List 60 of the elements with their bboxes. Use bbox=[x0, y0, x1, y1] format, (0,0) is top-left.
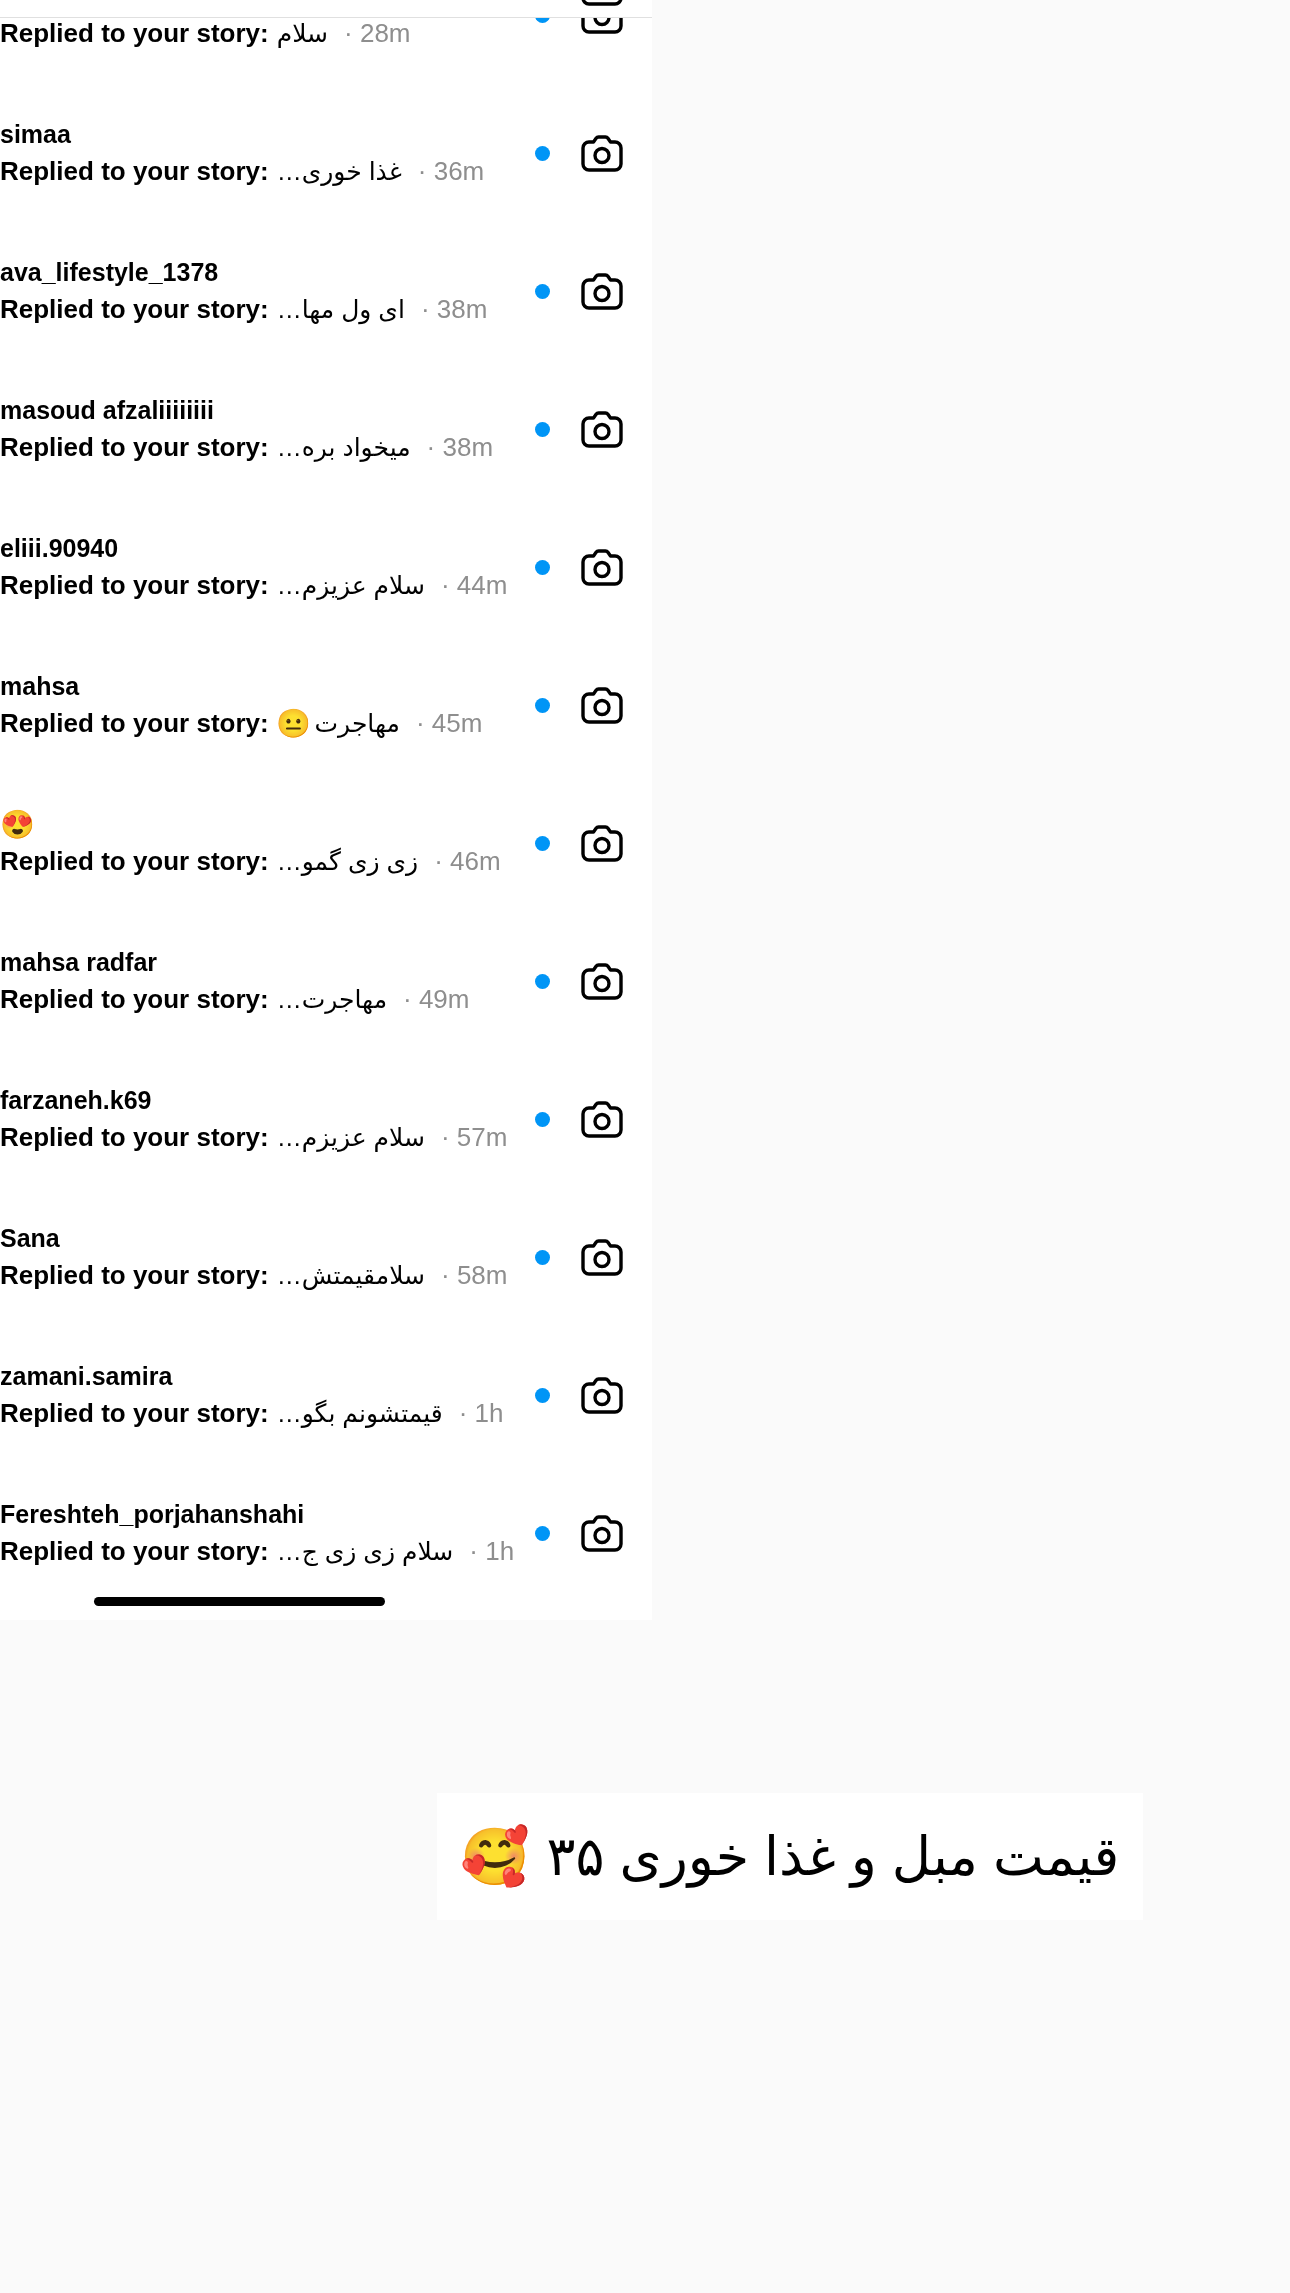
reply-text: ای ول مها… bbox=[276, 295, 405, 324]
camera-icon[interactable] bbox=[581, 272, 623, 310]
username: eliii.90940 bbox=[0, 534, 119, 563]
face-emoji-icon: 😍 bbox=[0, 810, 35, 839]
reply-text: مهاجرت bbox=[314, 709, 400, 738]
story-reply-label: Replied to your story: bbox=[0, 708, 269, 739]
reply-text: سلام عزیزم… bbox=[276, 571, 425, 600]
timestamp: · 45m bbox=[415, 708, 483, 739]
story-reply-label: Replied to your story: bbox=[0, 984, 269, 1015]
story-reply-label: Replied to your story: bbox=[0, 18, 269, 49]
reply-text: سلامقیمتش… bbox=[276, 1261, 426, 1290]
story-reply-label: Replied to your story: bbox=[0, 1398, 269, 1429]
reply-text: سلام bbox=[276, 19, 329, 48]
story-reply-label: Replied to your story: bbox=[0, 1260, 269, 1291]
timestamp: · 58m bbox=[441, 1260, 508, 1291]
camera-icon[interactable] bbox=[581, 1238, 623, 1276]
camera-icon[interactable] bbox=[581, 824, 623, 862]
username: mahsa bbox=[0, 672, 80, 701]
timestamp: · 49m bbox=[403, 984, 470, 1015]
username: Fereshteh_porjahanshahi bbox=[0, 1500, 305, 1529]
story-reply-label: Replied to your story: bbox=[0, 432, 269, 463]
story-reply-label: Replied to your story: bbox=[0, 570, 269, 601]
camera-icon[interactable] bbox=[581, 1100, 623, 1138]
reply-text: سلام زی زی ج… bbox=[276, 1537, 454, 1566]
story-reply-label: Replied to your story: bbox=[0, 156, 269, 187]
timestamp: · 36m bbox=[417, 156, 485, 187]
username: ava_lifestyle_1378 bbox=[0, 258, 219, 287]
face-emoji-icon: 😐 bbox=[276, 709, 312, 738]
reply-text: زی زی گمو… bbox=[276, 847, 419, 876]
username: Sana bbox=[0, 1224, 60, 1253]
timestamp: · 57m bbox=[440, 1122, 508, 1153]
camera-icon[interactable] bbox=[581, 1514, 623, 1552]
timestamp: · 44m bbox=[440, 570, 508, 601]
timestamp: · 1h bbox=[469, 1536, 515, 1567]
story-reply-label: Replied to your story: bbox=[0, 846, 269, 877]
timestamp: · 38m bbox=[420, 294, 488, 325]
camera-icon[interactable] bbox=[581, 410, 623, 448]
username: mahsa radfar bbox=[0, 948, 158, 977]
camera-icon[interactable] bbox=[581, 134, 623, 172]
story-reply-label: Replied to your story: bbox=[0, 294, 269, 325]
reply-text: غذا خوری… bbox=[276, 157, 402, 186]
timestamp: · 46m bbox=[434, 846, 501, 877]
story-reply-label: Replied to your story: bbox=[0, 1536, 269, 1567]
reply-text: قیمتشونم بگو… bbox=[276, 1399, 443, 1428]
camera-icon[interactable] bbox=[581, 962, 623, 1000]
story-reply-label: Replied to your story: bbox=[0, 1122, 269, 1153]
username: zamani.samira bbox=[0, 1362, 173, 1391]
caption-text: قیمت مبل و غذا خوری ۳۵ bbox=[546, 1825, 1120, 1888]
camera-icon[interactable] bbox=[581, 548, 623, 586]
camera-icon[interactable] bbox=[581, 1376, 623, 1414]
username: farzaneh.k69 bbox=[0, 1086, 152, 1115]
username: masoud afzaliiiiiiii bbox=[0, 396, 214, 425]
reply-text: مهاجرت… bbox=[276, 985, 388, 1014]
camera-icon[interactable] bbox=[581, 686, 623, 724]
username: simaa bbox=[0, 120, 71, 149]
timestamp: · 1h bbox=[458, 1398, 504, 1429]
timestamp: · 38m bbox=[426, 432, 494, 463]
reply-text: میخواد بره… bbox=[276, 433, 411, 462]
timestamp: · 28m bbox=[344, 18, 411, 49]
reply-text: سلام عزیزم… bbox=[276, 1123, 425, 1152]
